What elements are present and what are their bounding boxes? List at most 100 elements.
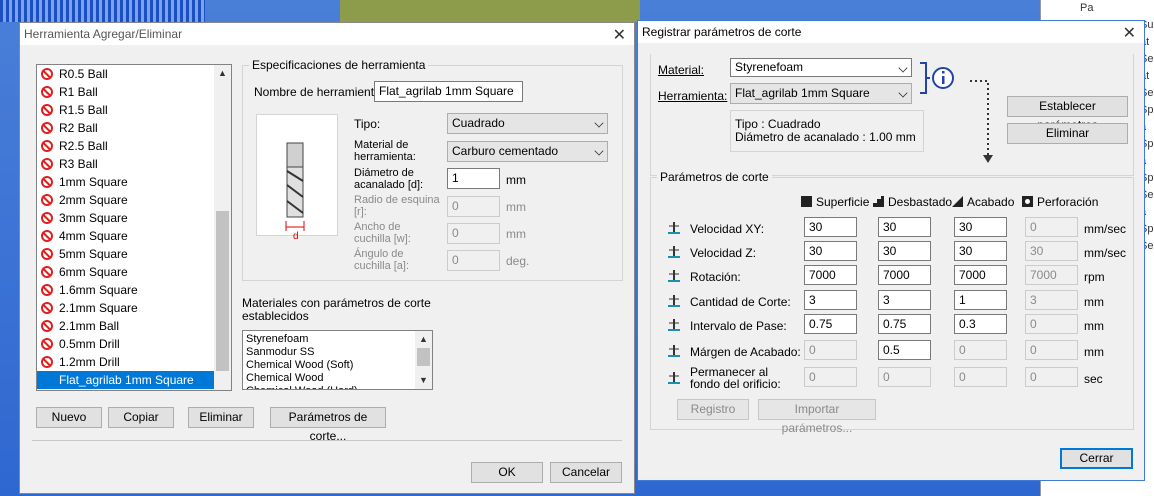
tool-name-input[interactable]: Flat_agrilab 1mm Square — [374, 81, 523, 102]
material-value: Styrenefoam — [735, 60, 804, 74]
param-row-unit: sec — [1084, 372, 1103, 386]
list-item[interactable]: Chemical Wood (Soft) — [243, 359, 415, 372]
col-drill-label: Perforación — [1037, 195, 1099, 209]
col-finish-label: Acabado — [967, 195, 1015, 209]
param-row-icon — [666, 244, 682, 260]
not-allowed-icon — [41, 194, 53, 206]
list-item[interactable]: Flat_agrilab 1mm Square — [37, 371, 216, 389]
list-item[interactable]: 1mm Square — [37, 173, 216, 191]
list-item[interactable]: 2.1mm Ball — [37, 317, 216, 335]
list-item[interactable]: 1.2mm Drill — [37, 353, 216, 371]
material-select[interactable]: Styrenefoam — [730, 58, 912, 77]
tool-list[interactable]: R0.5 Ball R1 Ball R1.5 Ball R2 Ball R2.5 Bal… — [36, 64, 232, 391]
not-allowed-icon — [41, 248, 53, 260]
list-item[interactable]: Sanmodur SS — [243, 346, 415, 359]
not-allowed-icon — [41, 266, 53, 278]
param-input[interactable]: 1 — [954, 290, 1007, 310]
list-item[interactable]: R2.5 Ball — [37, 137, 216, 155]
tool-list-scrollbar[interactable]: ▲ — [214, 65, 231, 390]
tool-list-item-label: 1mm Square — [59, 175, 128, 189]
list-item[interactable]: R1 Ball — [37, 83, 216, 101]
list-item[interactable]: 6mm Square — [37, 263, 216, 281]
param-input[interactable]: 0.75 — [804, 314, 857, 334]
tool-width-unit: mm — [506, 227, 526, 241]
delete-params-button[interactable]: Eliminar — [1007, 123, 1128, 144]
param-row-icon — [666, 268, 682, 284]
list-item[interactable]: Chemical Wood — [243, 372, 415, 385]
param-row-label: Rotación: — [690, 270, 741, 284]
materials-scrollbar[interactable]: ▲ ▼ — [415, 331, 432, 389]
tool-select[interactable]: Flat_agrilab 1mm Square — [730, 83, 912, 104]
param-input[interactable]: 3 — [804, 290, 857, 310]
list-item[interactable]: Chemical Wood (Hard) — [243, 385, 415, 389]
tool-list-item-label: 1.6mm Square — [59, 283, 138, 297]
tool-type-select[interactable]: Cuadrado — [447, 113, 608, 134]
list-item[interactable]: R2 Ball — [37, 119, 216, 137]
dotted-arrow-icon — [970, 80, 993, 163]
ok-button[interactable]: OK — [471, 462, 543, 483]
list-item[interactable]: R0.5 Ball — [37, 65, 216, 83]
param-input: 0 — [1025, 340, 1078, 360]
tool-list-item-label: 2.1mm Ball — [59, 319, 120, 333]
tool-list-item-label: R1 Ball — [59, 85, 98, 99]
not-allowed-icon — [41, 176, 53, 188]
tool-radius-unit: mm — [506, 200, 526, 214]
param-row-icon — [666, 317, 682, 333]
scrollbar-thumb[interactable] — [417, 348, 430, 366]
tool-material-select[interactable]: Carburo cementado — [447, 141, 608, 162]
chevron-down-icon — [594, 118, 604, 128]
cancel-button[interactable]: Cancelar — [550, 462, 622, 483]
param-input[interactable]: 30 — [954, 217, 1007, 237]
scroll-down-icon[interactable]: ▼ — [415, 372, 432, 389]
tool-angle-input: 0 — [447, 250, 500, 271]
set-params-button[interactable]: Establecer parámetros — [1007, 96, 1128, 132]
tool-list-item-label: R1.5 Ball — [59, 103, 108, 117]
param-input[interactable]: 30 — [878, 217, 931, 237]
param-input[interactable]: 30 — [954, 241, 1007, 261]
list-item[interactable]: R3 Ball — [37, 155, 216, 173]
param-row-icon — [666, 343, 682, 359]
list-item[interactable]: 4mm Square — [37, 227, 216, 245]
param-input[interactable]: 0.3 — [954, 314, 1007, 334]
delete-tool-button[interactable]: Eliminar — [188, 407, 254, 428]
tool-material-label: Material de herramienta: — [354, 139, 416, 163]
materials-list[interactable]: Styrenefoam Sanmodur SS Chemical Wood (Sof… — [242, 330, 433, 390]
param-input[interactable]: 30 — [804, 241, 857, 261]
cutting-params-button[interactable]: Parámetros de corte... — [270, 407, 386, 443]
tree-item[interactable]: Pa — [1080, 2, 1093, 14]
param-row-unit: mm — [1084, 345, 1104, 359]
scroll-up-icon[interactable]: ▲ — [415, 331, 432, 348]
not-allowed-icon — [41, 356, 53, 368]
tool-material-value: Carburo cementado — [452, 144, 559, 158]
param-input[interactable]: 0.5 — [878, 340, 931, 360]
param-row-unit: mm/sec — [1084, 222, 1126, 236]
tool-list-item-label: 2mm Square — [59, 193, 128, 207]
list-item[interactable]: Styrenefoam — [243, 333, 415, 346]
param-input[interactable]: 7000 — [804, 265, 857, 285]
list-item[interactable]: 1.6mm Square — [37, 281, 216, 299]
param-input: 3 — [1025, 290, 1078, 310]
close-button[interactable]: Cerrar — [1060, 448, 1133, 469]
list-item[interactable]: 0.5mm Drill — [37, 335, 216, 353]
not-allowed-icon — [41, 338, 53, 350]
list-item[interactable]: 2mm Square — [37, 191, 216, 209]
param-input[interactable]: 0.75 — [878, 314, 931, 334]
param-input[interactable]: 30 — [804, 217, 857, 237]
list-item[interactable]: 5mm Square — [37, 245, 216, 263]
new-tool-button[interactable]: Nuevo — [36, 407, 102, 428]
close-icon[interactable]: ✕ — [613, 25, 626, 45]
param-input[interactable]: 3 — [878, 290, 931, 310]
param-input[interactable]: 30 — [878, 241, 931, 261]
tool-dialog-title: Herramienta Agregar/Eliminar — [24, 27, 183, 41]
param-input[interactable]: 7000 — [878, 265, 931, 285]
scrollbar-thumb[interactable] — [216, 211, 229, 371]
list-item[interactable]: R1.5 Ball — [37, 101, 216, 119]
list-item[interactable]: 2.1mm Square — [37, 299, 216, 317]
close-icon[interactable]: ✕ — [1123, 23, 1136, 43]
tool-diameter-input[interactable]: 1 — [447, 168, 500, 189]
col-surface-header: Superficie — [801, 195, 869, 209]
param-input[interactable]: 7000 — [954, 265, 1007, 285]
list-item[interactable]: 3mm Square — [37, 209, 216, 227]
copy-tool-button[interactable]: Copiar — [108, 407, 174, 428]
scroll-up-icon[interactable]: ▲ — [214, 65, 231, 82]
